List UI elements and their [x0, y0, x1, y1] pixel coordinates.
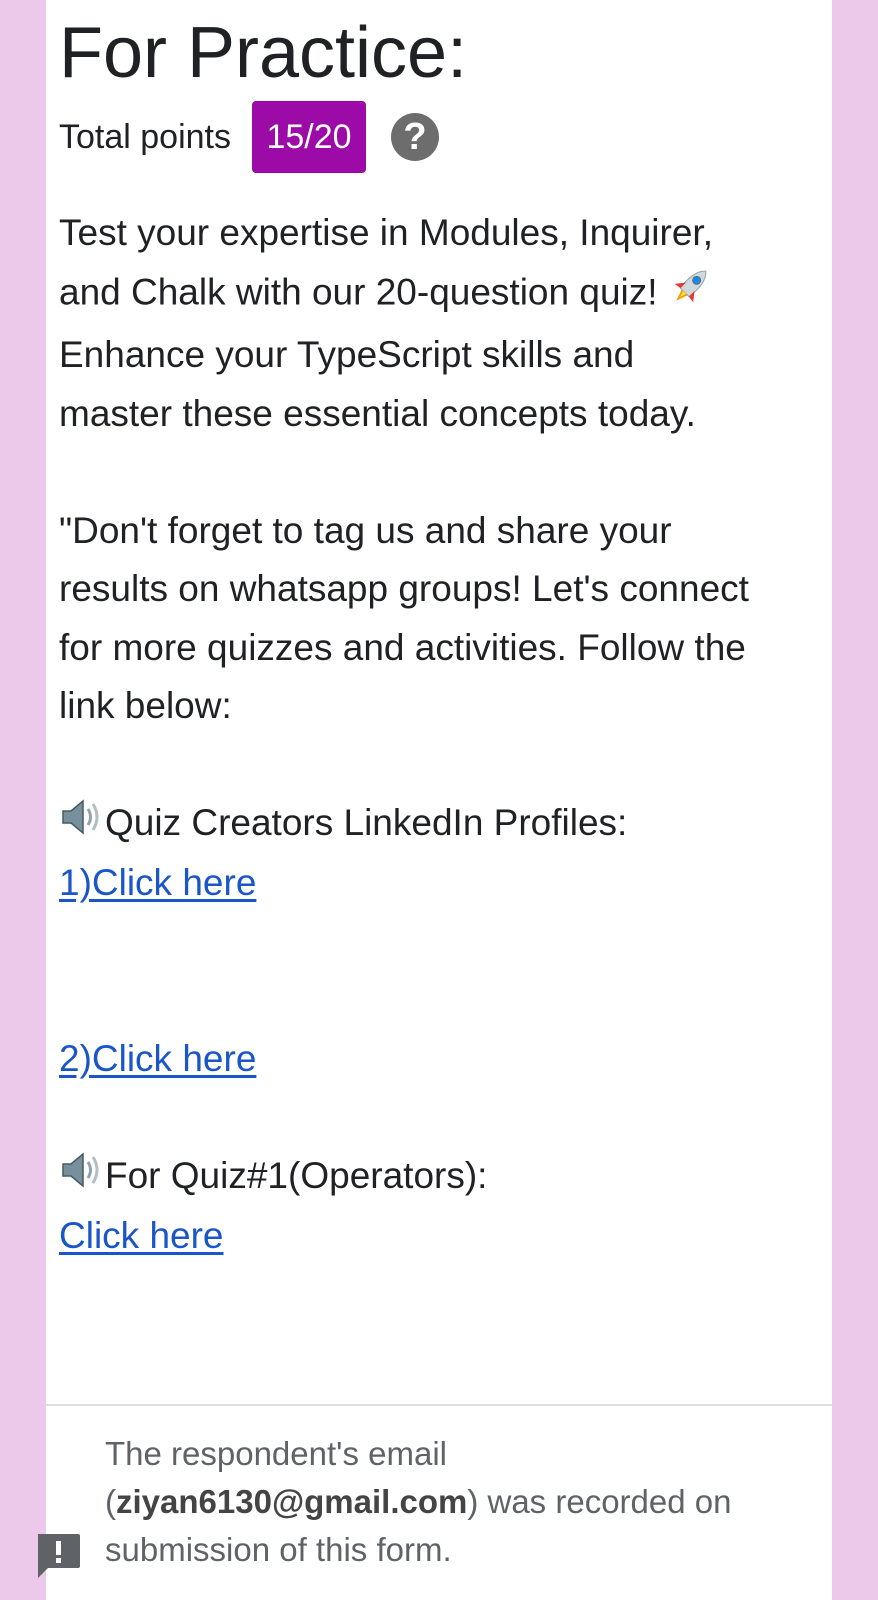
share-paragraph: "Don't forget to tag us and share your r…: [59, 509, 749, 727]
linkedin-profile-link-1[interactable]: 1)Click here: [59, 862, 256, 903]
score-badge: 15/20: [252, 101, 366, 173]
respondent-email: ziyan6130@gmail.com: [116, 1483, 468, 1520]
form-description: Test your expertise in Modules, Inquirer…: [59, 204, 749, 1266]
speaker-icon: [59, 796, 105, 855]
form-title: For Practice:: [59, 13, 468, 93]
speaker-icon: [59, 1149, 105, 1208]
intro-paragraph: Test your expertise in Modules, Inquirer…: [59, 204, 749, 443]
intro-text-rest: Enhance your TypeScript skills and maste…: [59, 334, 696, 434]
intro-text: Test your expertise in Modules, Inquirer…: [59, 212, 713, 313]
respondent-email-notice: The respondent's email (ziyan6130@gmail.…: [105, 1430, 805, 1574]
section-divider: [46, 1404, 832, 1406]
quiz1-heading: For Quiz#1(Operators):: [59, 1147, 749, 1207]
quiz1-link[interactable]: Click here: [59, 1215, 224, 1256]
total-points-row: Total points 15/20 ?: [59, 100, 439, 174]
linkedin-profile-link-2[interactable]: 2)Click here: [59, 1038, 256, 1079]
total-points-label: Total points: [59, 117, 231, 156]
profiles-heading-text: Quiz Creators LinkedIn Profiles:: [105, 802, 628, 843]
report-problem-icon[interactable]: [34, 1530, 82, 1580]
rocket-icon: [668, 263, 714, 327]
profiles-heading: Quiz Creators LinkedIn Profiles:: [59, 794, 749, 854]
help-icon[interactable]: ?: [391, 113, 439, 161]
quiz1-heading-text: For Quiz#1(Operators):: [105, 1154, 488, 1196]
